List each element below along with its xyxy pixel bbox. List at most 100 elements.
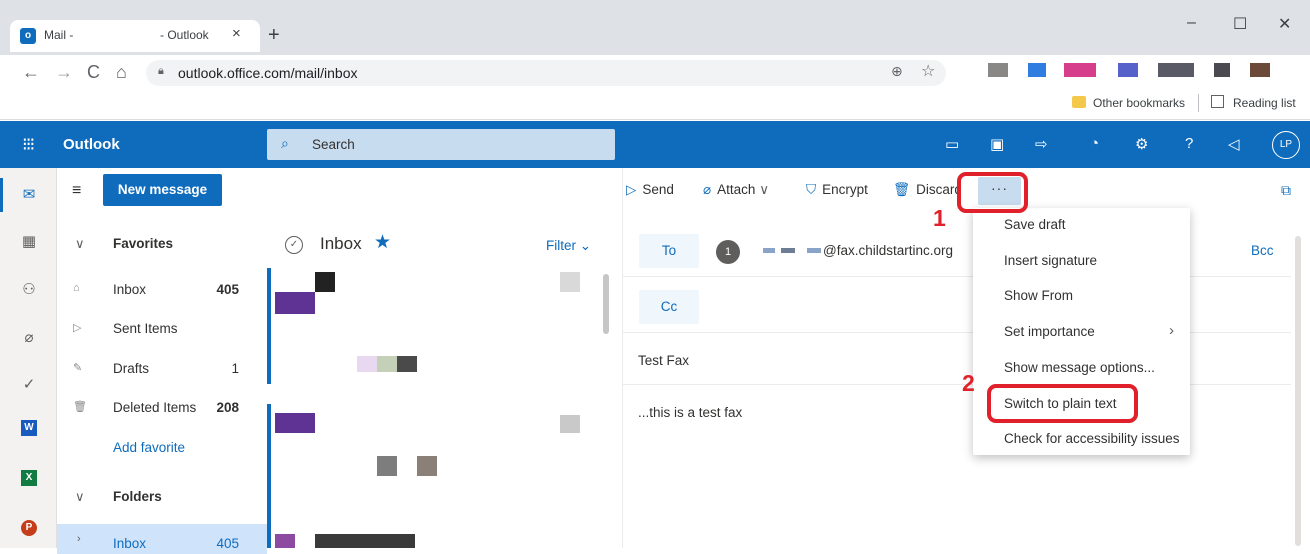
- chevron-down-icon[interactable]: ∨: [75, 236, 85, 252]
- recipient-address[interactable]: @fax.childstartinc.org: [823, 243, 953, 258]
- search-input[interactable]: ⌕ Search: [267, 129, 615, 160]
- bell-icon[interactable]: ◔: [1090, 135, 1099, 152]
- send-button[interactable]: ▷ Send: [626, 182, 674, 198]
- subject-field[interactable]: Test Fax: [638, 353, 689, 368]
- word-icon[interactable]: W: [21, 420, 37, 436]
- encrypt-button[interactable]: ⛉ Encrypt: [806, 182, 868, 198]
- folder-label: Inbox: [113, 536, 147, 551]
- avatar[interactable]: LP: [1272, 131, 1300, 159]
- filter-button[interactable]: Filter ⌄: [546, 238, 591, 254]
- browser-tab[interactable]: o Mail - - Outlook ×: [10, 20, 260, 52]
- message-body[interactable]: ...this is a test fax: [638, 405, 742, 420]
- to-button[interactable]: To: [639, 234, 699, 268]
- extension-icon[interactable]: [1028, 63, 1046, 77]
- add-favorite-link[interactable]: Add favorite: [113, 440, 185, 455]
- menu-item-accessibility[interactable]: Check for accessibility issues: [1004, 431, 1180, 446]
- hamburger-menu-icon[interactable]: ≡: [72, 182, 81, 200]
- message-list-scrollbar[interactable]: [603, 274, 609, 334]
- discard-label: Discard: [916, 182, 962, 197]
- mail-icon[interactable]: ✉: [21, 187, 37, 203]
- install-icon[interactable]: ⊕: [891, 63, 903, 80]
- tab-title-part1: Mail -: [44, 28, 74, 42]
- url-bar[interactable]: 🔒︎ outlook.office.com/mail/inbox ⊕ ☆: [146, 60, 946, 86]
- paperclip-icon: ⌀: [703, 182, 712, 197]
- star-icon[interactable]: ☆: [921, 61, 935, 81]
- favorite-item-drafts[interactable]: ✎ Drafts 1: [57, 351, 267, 387]
- my-day-icon[interactable]: ⇨: [1035, 135, 1048, 153]
- feedback-icon[interactable]: ◁: [1228, 135, 1240, 153]
- reading-list-link[interactable]: Reading list: [1233, 96, 1296, 110]
- compose-scrollbar[interactable]: [1295, 236, 1301, 546]
- select-all-icon[interactable]: ✓: [285, 236, 303, 254]
- extension-icon[interactable]: [1250, 63, 1270, 77]
- redacted-preview[interactable]: [275, 413, 315, 433]
- favorites-heading[interactable]: Favorites: [113, 236, 173, 251]
- annotation-highlight-more: [957, 172, 1028, 213]
- chevron-down-icon[interactable]: ∨: [75, 489, 85, 505]
- powerpoint-icon[interactable]: P: [21, 520, 37, 536]
- people-icon[interactable]: ⚇: [21, 282, 37, 298]
- discard-button[interactable]: 🗑︎ Discard: [893, 182, 962, 198]
- meet-now-icon[interactable]: ▭: [945, 135, 959, 153]
- folders-heading[interactable]: Folders: [113, 489, 162, 504]
- shield-icon: ⛉: [806, 182, 817, 197]
- new-tab-button[interactable]: +: [268, 24, 280, 47]
- favorite-item-inbox[interactable]: ⌂ Inbox 405: [57, 272, 267, 308]
- new-message-button[interactable]: New message: [103, 174, 222, 206]
- bcc-button[interactable]: Bcc: [1251, 243, 1274, 258]
- menu-item-insert-signature[interactable]: Insert signature: [1004, 253, 1097, 268]
- other-bookmarks-link[interactable]: Other bookmarks: [1093, 96, 1185, 110]
- favorite-star-icon[interactable]: ★: [374, 231, 391, 254]
- trash-icon: 🗑︎: [73, 401, 87, 413]
- todo-icon[interactable]: ✓: [21, 377, 37, 393]
- message-list-title: Inbox: [320, 234, 362, 253]
- recipient-avatar: 1: [716, 240, 740, 264]
- minimize-button[interactable]: –: [1187, 14, 1196, 32]
- bookmarks-divider: [1198, 94, 1199, 112]
- redacted-preview[interactable]: [315, 272, 335, 292]
- cc-button[interactable]: Cc: [639, 290, 699, 324]
- menu-item-message-options[interactable]: Show message options...: [1004, 360, 1155, 375]
- trash-icon: 🗑︎: [893, 182, 911, 197]
- home-button[interactable]: ⌂: [116, 62, 127, 83]
- menu-item-save-draft[interactable]: Save draft: [1004, 217, 1066, 232]
- favorite-item-sent[interactable]: ▷ Sent Items: [57, 311, 267, 347]
- chevron-right-icon: ›: [1169, 322, 1174, 339]
- divider: [623, 276, 1291, 277]
- attach-button[interactable]: ⌀ Attach ∨: [703, 182, 769, 198]
- redacted-preview[interactable]: [275, 534, 295, 548]
- app-launcher-icon[interactable]: ⁝⁝⁝: [22, 134, 35, 155]
- back-button[interactable]: ←: [22, 62, 40, 83]
- calendar-icon[interactable]: ▦: [21, 234, 37, 250]
- extension-icon[interactable]: [988, 63, 1008, 77]
- redacted-recipient: [763, 248, 775, 253]
- chevron-right-icon[interactable]: ›: [77, 533, 81, 545]
- attach-label: Attach: [717, 182, 756, 197]
- extension-icon[interactable]: [1214, 63, 1230, 77]
- extension-icon[interactable]: [1158, 63, 1194, 77]
- favorite-item-deleted[interactable]: 🗑︎ Deleted Items 208: [57, 390, 267, 426]
- menu-item-show-from[interactable]: Show From: [1004, 288, 1073, 303]
- teams-icon[interactable]: ▣: [990, 135, 1004, 153]
- popout-icon[interactable]: ⧉: [1281, 182, 1291, 199]
- attachment-icon[interactable]: ⌀: [21, 330, 37, 346]
- gear-icon[interactable]: ⚙: [1135, 135, 1148, 153]
- tab-close-icon[interactable]: ×: [232, 25, 241, 42]
- reload-button[interactable]: C: [87, 62, 100, 83]
- search-placeholder: Search: [312, 137, 355, 152]
- divider: [623, 384, 1291, 385]
- excel-icon[interactable]: X: [21, 470, 37, 486]
- bookmarks-bar: Other bookmarks Reading list: [0, 90, 1310, 120]
- message-list: ✓ Inbox ★ Filter ⌄: [267, 168, 623, 548]
- extension-icon[interactable]: [1064, 63, 1096, 77]
- outlook-brand[interactable]: Outlook: [63, 136, 120, 153]
- tab-title-part2: - Outlook: [160, 28, 209, 42]
- close-window-button[interactable]: ✕: [1278, 14, 1291, 34]
- extension-icon[interactable]: [1118, 63, 1138, 77]
- forward-button[interactable]: →: [55, 62, 73, 83]
- maximize-button[interactable]: ☐: [1233, 14, 1247, 34]
- menu-item-set-importance[interactable]: Set importance: [1004, 324, 1095, 339]
- help-icon[interactable]: ?: [1185, 135, 1193, 152]
- folder-label: Drafts: [113, 361, 150, 376]
- folder-item-inbox[interactable]: › Inbox 405: [57, 524, 267, 554]
